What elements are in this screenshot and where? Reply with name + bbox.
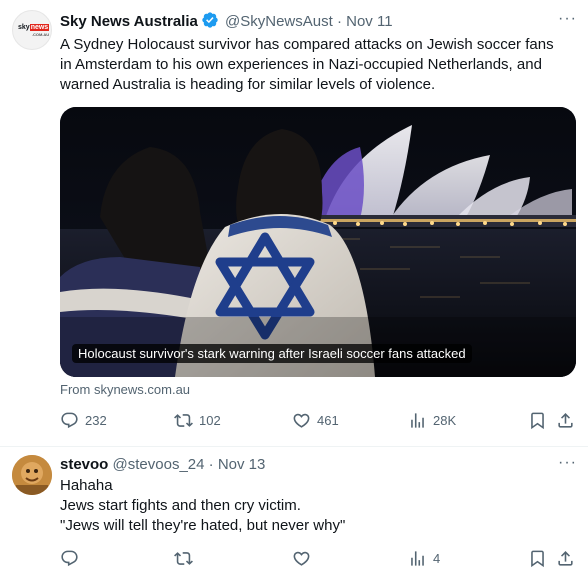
heart-icon bbox=[293, 551, 310, 566]
tweet-date[interactable]: Nov 11 bbox=[346, 13, 392, 30]
card-source[interactable]: From skynews.com.au bbox=[60, 382, 190, 398]
reply-button[interactable] bbox=[60, 548, 85, 568]
tweet-date[interactable]: Nov 13 bbox=[218, 456, 266, 473]
share-button[interactable] bbox=[556, 548, 575, 568]
avatar[interactable]: skynews .COM.AU bbox=[12, 10, 52, 50]
share-button[interactable] bbox=[556, 410, 575, 430]
reply-button[interactable]: 232 bbox=[60, 410, 107, 430]
header-separator: · bbox=[336, 13, 342, 30]
reply-icon bbox=[61, 412, 78, 428]
author-handle[interactable]: @stevoos_24 bbox=[113, 456, 205, 473]
card-caption: Holocaust survivor's stark warning after… bbox=[72, 344, 472, 363]
bookmark-icon bbox=[531, 550, 544, 567]
like-count: 461 bbox=[317, 412, 339, 428]
sky-news-logo: skynews .COM.AU bbox=[18, 24, 50, 37]
more-options-icon[interactable]: ··· bbox=[558, 10, 577, 28]
tweet-text-line: Jews start fights and then cry victim. bbox=[60, 497, 301, 514]
more-options-icon[interactable]: ··· bbox=[558, 454, 577, 472]
tweet-text-line: in Amsterdam to his own experiences in N… bbox=[60, 56, 542, 73]
bookmark-button[interactable] bbox=[528, 548, 547, 568]
repost-button[interactable]: 102 bbox=[174, 410, 221, 430]
tweet-header: stevoo @stevoos_24 · Nov 13 bbox=[60, 455, 265, 475]
repost-icon bbox=[174, 413, 193, 427]
bookmark-button[interactable] bbox=[528, 410, 547, 430]
views-count: 4 bbox=[433, 550, 441, 566]
like-button[interactable]: 461 bbox=[292, 410, 339, 430]
tweet-text-line: Hahaha bbox=[60, 477, 113, 494]
verified-badge-icon bbox=[201, 11, 219, 35]
views-chart-icon bbox=[411, 550, 424, 566]
tweet-text: A Sydney Holocaust survivor has compared… bbox=[60, 35, 554, 95]
action-bar: 4 bbox=[60, 548, 576, 568]
views-chart-icon bbox=[411, 412, 424, 428]
tweet-text-line: "Jews will tell they're hated, but never… bbox=[60, 517, 346, 534]
heart-icon bbox=[293, 413, 310, 428]
tweet-header: Sky News Australia @SkyNewsAust · Nov 11 bbox=[60, 11, 393, 35]
tweet-text-line: warned Australia is heading for similar … bbox=[60, 76, 436, 93]
tweet-text-line: A Sydney Holocaust survivor has compared… bbox=[60, 36, 554, 53]
views-button[interactable]: 28K bbox=[408, 410, 456, 430]
card-image bbox=[60, 107, 576, 377]
reply-icon bbox=[61, 550, 78, 566]
tweet-sky-news[interactable]: skynews .COM.AU Sky News Australia @SkyN… bbox=[0, 0, 588, 447]
repost-count: 102 bbox=[199, 412, 221, 428]
logo-text-news: news bbox=[29, 24, 50, 31]
bookmark-icon bbox=[531, 412, 544, 429]
like-button[interactable] bbox=[292, 548, 317, 568]
tweet-reply-stevoo[interactable]: stevoo @stevoos_24 · Nov 13 ··· Hahaha J… bbox=[0, 447, 588, 573]
repost-button[interactable] bbox=[174, 548, 199, 568]
author-name[interactable]: Sky News Australia bbox=[60, 13, 198, 30]
share-icon bbox=[558, 550, 573, 566]
reply-count: 232 bbox=[85, 412, 107, 428]
repost-icon bbox=[174, 551, 193, 565]
tweet-text: Hahaha Jews start fights and then cry vi… bbox=[60, 476, 345, 536]
author-name[interactable]: stevoo bbox=[60, 456, 108, 473]
views-count: 28K bbox=[433, 412, 457, 428]
action-bar: 232 102 461 28K bbox=[60, 410, 576, 430]
link-card[interactable]: Holocaust survivor's stark warning after… bbox=[60, 107, 576, 377]
author-handle[interactable]: @SkyNewsAust bbox=[225, 13, 333, 30]
views-button[interactable]: 4 bbox=[408, 548, 440, 568]
logo-text-sky: sky bbox=[18, 24, 30, 31]
header-separator: · bbox=[208, 456, 214, 473]
logo-text-sub: .COM.AU bbox=[31, 32, 50, 37]
avatar-image bbox=[12, 455, 52, 495]
avatar[interactable] bbox=[12, 455, 52, 495]
share-icon bbox=[558, 412, 573, 428]
